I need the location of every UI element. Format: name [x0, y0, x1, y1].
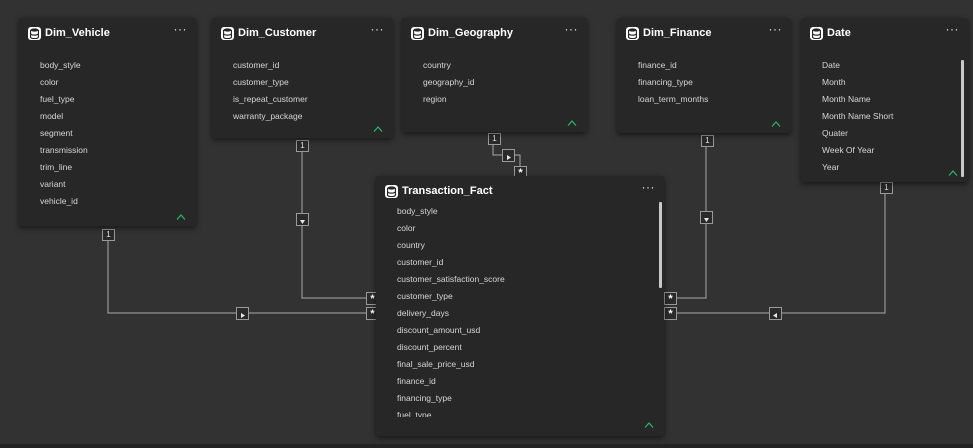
field-item[interactable]: warranty_package: [212, 108, 393, 125]
table-title: Transaction_Fact: [402, 185, 493, 197]
field-item[interactable]: body_style: [376, 203, 664, 220]
table-card-dim-customer[interactable]: Dim_Customer ··· customer_id customer_ty…: [212, 18, 393, 138]
more-options-icon[interactable]: ···: [371, 22, 385, 36]
field-list: body_style color country customer_id cus…: [376, 203, 664, 417]
filter-direction-icon[interactable]: [700, 211, 713, 224]
field-item[interactable]: finance_id: [617, 57, 791, 74]
table-title: Date: [827, 27, 851, 39]
table-title: Dim_Vehicle: [45, 27, 110, 39]
field-item[interactable]: financing_type: [376, 390, 664, 407]
field-item[interactable]: fuel_type: [376, 407, 664, 417]
field-item[interactable]: customer_type: [376, 288, 664, 305]
table-card-transaction-fact[interactable]: Transaction_Fact ··· body_style color co…: [376, 176, 664, 436]
filter-direction-icon[interactable]: [296, 213, 309, 226]
field-item[interactable]: variant: [19, 176, 196, 193]
collapse-icon[interactable]: [644, 421, 654, 429]
more-options-icon[interactable]: ···: [642, 180, 656, 194]
field-item[interactable]: geography_id: [402, 74, 587, 91]
field-item[interactable]: Week Of Year: [801, 142, 968, 159]
field-item[interactable]: Month Name Short: [801, 108, 968, 125]
field-item[interactable]: fuel_type: [19, 91, 196, 108]
field-item[interactable]: vehicle_id: [19, 193, 196, 210]
field-list: country geography_id region: [402, 57, 587, 108]
field-item[interactable]: Month Name: [801, 91, 968, 108]
table-card-dim-geography[interactable]: Dim_Geography ··· country geography_id r…: [402, 18, 587, 132]
collapse-icon[interactable]: [373, 125, 383, 133]
field-item[interactable]: color: [19, 74, 196, 91]
field-item[interactable]: Quater: [801, 125, 968, 142]
collapse-icon[interactable]: [771, 120, 781, 128]
table-header[interactable]: Dim_Geography ···: [402, 18, 587, 48]
table-header[interactable]: Dim_Vehicle ···: [19, 18, 196, 48]
field-item[interactable]: customer_satisfaction_score: [376, 271, 664, 288]
table-title: Dim_Finance: [643, 27, 712, 39]
relationship-line-vehicle: [107, 237, 368, 314]
cardinality-one-badge: 1: [488, 133, 501, 145]
more-options-icon[interactable]: ···: [946, 22, 960, 36]
field-item[interactable]: finance_id: [376, 373, 664, 390]
more-options-icon[interactable]: ···: [565, 22, 579, 36]
field-item[interactable]: loan_term_months: [617, 91, 791, 108]
cardinality-one-badge: 1: [296, 140, 309, 152]
field-item[interactable]: financing_type: [617, 74, 791, 91]
table-header[interactable]: Dim_Customer ···: [212, 18, 393, 48]
field-item[interactable]: discount_percent: [376, 339, 664, 356]
field-item[interactable]: region: [402, 91, 587, 108]
table-icon: [626, 27, 639, 40]
cardinality-many-badge: *: [664, 292, 677, 305]
collapse-icon[interactable]: [948, 169, 958, 177]
table-header[interactable]: Dim_Finance ···: [617, 18, 791, 48]
table-card-dim-vehicle[interactable]: Dim_Vehicle ··· body_style color fuel_ty…: [19, 18, 196, 226]
field-item[interactable]: discount_amount_usd: [376, 322, 664, 339]
field-item[interactable]: Date: [801, 57, 968, 74]
table-header[interactable]: Date ···: [801, 18, 968, 48]
cardinality-one-badge: 1: [701, 135, 714, 147]
field-item[interactable]: final_sale_price_usd: [376, 356, 664, 373]
field-item[interactable]: delivery_days: [376, 305, 664, 322]
field-list: Date Month Month Name Month Name Short Q…: [801, 57, 968, 176]
table-header[interactable]: Transaction_Fact ···: [376, 176, 664, 206]
more-options-icon[interactable]: ···: [769, 22, 783, 36]
table-card-date[interactable]: Date ··· Date Month Month Name Month Nam…: [801, 18, 968, 182]
table-icon: [385, 185, 398, 198]
filter-direction-icon[interactable]: [502, 149, 515, 162]
field-item[interactable]: color: [376, 220, 664, 237]
field-list: finance_id financing_type loan_term_mont…: [617, 57, 791, 108]
field-item[interactable]: customer_id: [376, 254, 664, 271]
scrollbar[interactable]: [961, 60, 964, 177]
field-item[interactable]: transmission: [19, 142, 196, 159]
table-title: Dim_Geography: [428, 27, 513, 39]
collapse-icon[interactable]: [567, 119, 577, 127]
collapse-icon[interactable]: [176, 213, 186, 221]
field-item[interactable]: customer_type: [212, 74, 393, 91]
field-list: body_style color fuel_type model segment…: [19, 57, 196, 210]
field-item[interactable]: country: [402, 57, 587, 74]
field-item[interactable]: country: [376, 237, 664, 254]
table-icon: [411, 27, 424, 40]
table-icon: [810, 27, 823, 40]
filter-direction-icon[interactable]: [236, 307, 249, 320]
more-options-icon[interactable]: ···: [174, 22, 188, 36]
field-item[interactable]: trim_line: [19, 159, 196, 176]
table-title: Dim_Customer: [238, 27, 317, 39]
cardinality-many-badge: *: [664, 307, 677, 320]
table-icon: [28, 27, 41, 40]
table-icon: [221, 27, 234, 40]
relationship-line-customer: [301, 150, 368, 299]
cardinality-one-badge: 1: [880, 182, 893, 194]
field-item[interactable]: model: [19, 108, 196, 125]
field-item[interactable]: Month: [801, 74, 968, 91]
field-item[interactable]: segment: [19, 125, 196, 142]
field-item[interactable]: Year: [801, 159, 968, 176]
field-item[interactable]: customer_id: [212, 57, 393, 74]
field-item[interactable]: is_repeat_customer: [212, 91, 393, 108]
field-item[interactable]: body_style: [19, 57, 196, 74]
scrollbar[interactable]: [659, 202, 662, 288]
table-card-dim-finance[interactable]: Dim_Finance ··· finance_id financing_typ…: [617, 18, 791, 133]
filter-direction-icon[interactable]: [769, 307, 782, 320]
cardinality-one-badge: 1: [102, 229, 115, 241]
field-list: customer_id customer_type is_repeat_cust…: [212, 57, 393, 125]
